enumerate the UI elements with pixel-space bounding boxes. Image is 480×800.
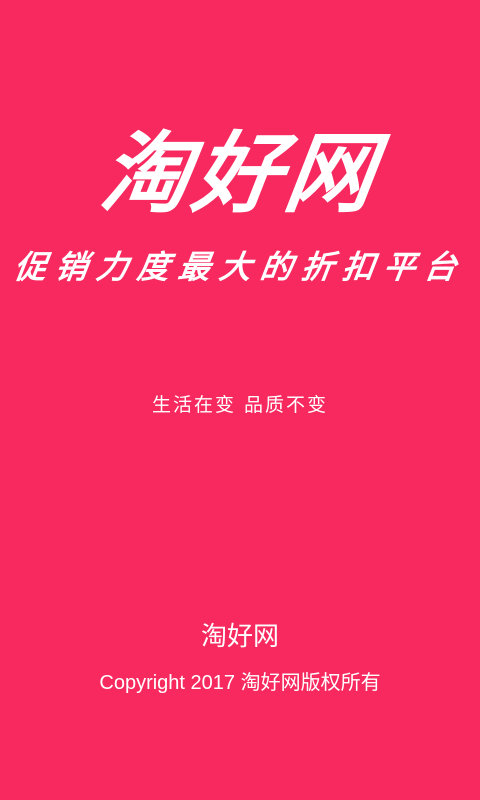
copyright-text: Copyright 2017 淘好网版权所有 [99,672,381,694]
brand-slogan: 促销力度最大的折扣平台 [11,248,469,286]
footer-brand: 淘好网 [200,622,279,652]
tagline: 生活在变 品质不变 [151,394,329,416]
brand-title: 淘好网 [94,121,386,225]
splash-screen: 淘好网 促销力度最大的折扣平台 生活在变 品质不变 淘好网 Copyright … [0,0,480,800]
